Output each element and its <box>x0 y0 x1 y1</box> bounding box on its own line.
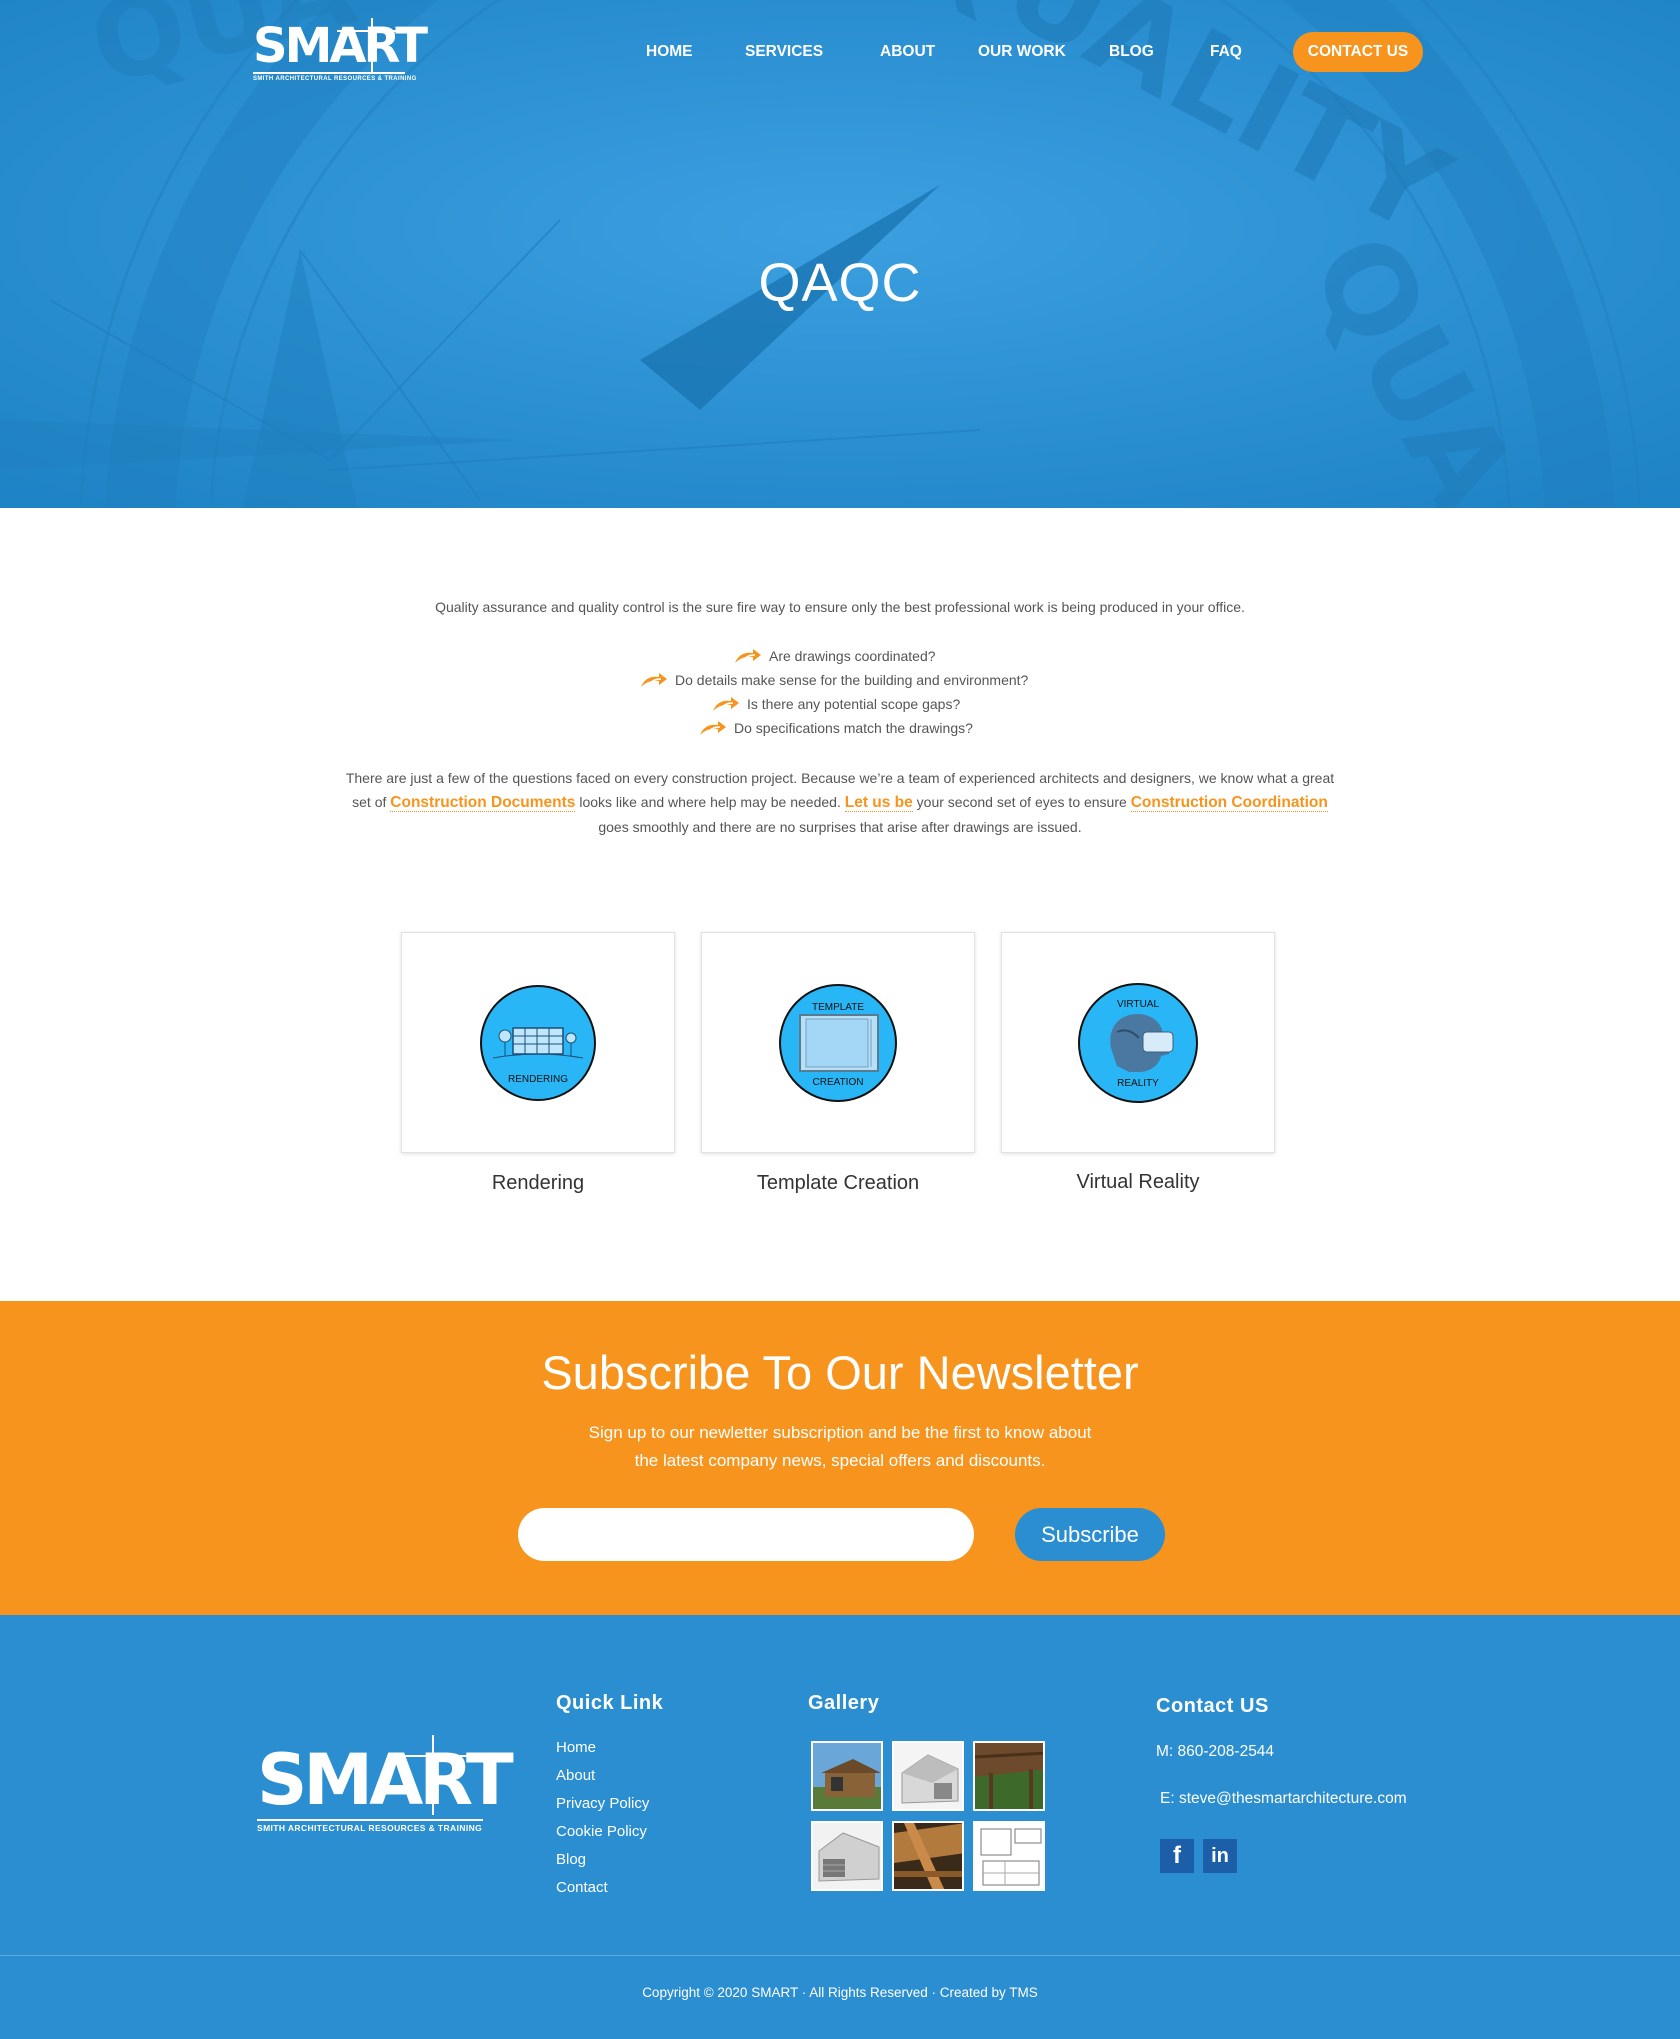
question-item: Are drawings coordinated? <box>733 646 936 666</box>
contact-email[interactable]: E: steve@thesmartarchitecture.com <box>1160 1790 1407 1808</box>
logo-crosshair-horizontal <box>387 1755 487 1757</box>
question-text: Do details make sense for the building a… <box>675 672 1029 688</box>
gallery-thumbnail[interactable] <box>811 1821 883 1891</box>
double-arrow-icon <box>713 697 739 711</box>
facebook-icon[interactable]: f <box>1160 1839 1194 1873</box>
footer-link-about[interactable]: About <box>556 1767 595 1784</box>
logo-underline <box>253 72 405 74</box>
contact-us-button[interactable]: CONTACT US <box>1293 32 1423 72</box>
nav-our-work[interactable]: OUR WORK <box>978 43 1066 61</box>
gallery-photo-shed-render <box>813 1823 881 1889</box>
template-icon-label-bottom: CREATION <box>813 1077 864 1088</box>
newsletter-title: Subscribe To Our Newsletter <box>541 1346 1139 1399</box>
service-card-virtual-reality[interactable]: VIRTUAL REALITY <box>1001 932 1275 1153</box>
paragraph-text: your second set of eyes to ensure <box>916 794 1127 810</box>
question-text: Is there any potential scope gaps? <box>747 696 961 712</box>
gallery-thumbnail[interactable] <box>973 1821 1045 1891</box>
double-arrow-icon <box>641 673 667 687</box>
template-icon-label-top: TEMPLATE <box>812 1002 864 1013</box>
nav-about[interactable]: ABOUT <box>880 43 935 61</box>
question-item: Is there any potential scope gaps? <box>711 694 960 714</box>
logo-crosshair-horizontal <box>337 30 407 32</box>
intro-text: Quality assurance and quality control is… <box>435 599 1245 615</box>
double-arrow-icon <box>700 721 726 735</box>
question-item: Do specifications match the drawings? <box>698 718 973 738</box>
subscribe-button[interactable]: Subscribe <box>1015 1508 1165 1561</box>
newsletter-section: Subscribe To Our Newsletter Sign up to o… <box>0 1301 1680 1615</box>
service-card-template-creation[interactable]: TEMPLATE CREATION <box>701 932 975 1153</box>
hero-banner: QUALITY QUA QUA SMART SMITH ARCHITECTURA… <box>0 0 1680 508</box>
paragraph-text: goes smoothly and there are no surprises… <box>598 819 1082 835</box>
newsletter-subtitle-line: the latest company news, special offers … <box>634 1451 1046 1470</box>
logo-underline <box>257 1819 483 1821</box>
gallery-heading: Gallery <box>808 1692 880 1714</box>
nav-home[interactable]: HOME <box>646 43 693 61</box>
gallery-photo-pavilion <box>813 1743 881 1809</box>
linkedin-icon[interactable]: in <box>1203 1839 1237 1873</box>
template-creation-icon: TEMPLATE CREATION <box>779 983 897 1102</box>
newsletter-email-input[interactable] <box>518 1508 974 1561</box>
logo-crosshair-vertical <box>371 18 373 72</box>
question-text: Do specifications match the drawings? <box>734 720 973 736</box>
contact-heading: Contact US <box>1156 1695 1269 1717</box>
quick-link-heading: Quick Link <box>556 1692 664 1714</box>
rendering-icon: RENDERING <box>480 984 596 1101</box>
page-title: QAQC <box>758 253 922 313</box>
newsletter-subtitle: Sign up to our newletter subscription an… <box>560 1419 1120 1475</box>
nav-blog[interactable]: BLOG <box>1109 43 1154 61</box>
footer-logo[interactable]: SMART SMITH ARCHITECTURAL RESOURCES & TR… <box>257 1735 514 1839</box>
construction-documents-link[interactable]: Construction Documents <box>390 794 576 812</box>
body-paragraph: There are just a few of the questions fa… <box>345 766 1335 839</box>
gallery-thumbnail[interactable] <box>811 1741 883 1811</box>
vr-icon-label-top: VIRTUAL <box>1117 999 1159 1010</box>
gallery-photo-timber-ceiling <box>975 1743 1043 1809</box>
paragraph-text: looks like and where help may be needed. <box>579 794 841 810</box>
newsletter-subtitle-line: Sign up to our newletter subscription an… <box>588 1423 1092 1442</box>
service-label-template-creation[interactable]: Template Creation <box>701 1172 975 1195</box>
logo-crosshair-vertical <box>432 1735 434 1815</box>
nav-services[interactable]: SERVICES <box>745 43 823 61</box>
logo-tagline: SMITH ARCHITECTURAL RESOURCES & TRAINING <box>253 76 417 82</box>
footer-link-privacy-policy[interactable]: Privacy Policy <box>556 1795 649 1812</box>
footer-link-cookie-policy[interactable]: Cookie Policy <box>556 1823 647 1840</box>
header-logo[interactable]: SMART SMITH ARCHITECTURAL RESOURCES & TR… <box>253 18 428 88</box>
rendering-icon-label: RENDERING <box>508 1074 568 1085</box>
service-label-virtual-reality[interactable]: Virtual Reality <box>1001 1171 1275 1194</box>
service-label-rendering[interactable]: Rendering <box>401 1172 675 1195</box>
gallery-thumbnail[interactable] <box>973 1741 1045 1811</box>
logo-tagline: SMITH ARCHITECTURAL RESOURCES & TRAINING <box>257 1823 483 1833</box>
contact-phone[interactable]: M: 860-208-2544 <box>1156 1743 1274 1761</box>
service-card-rendering[interactable]: RENDERING <box>401 932 675 1153</box>
gallery-thumbnail[interactable] <box>892 1821 964 1891</box>
gallery-photo-timber-frame <box>894 1823 962 1889</box>
nav-faq[interactable]: FAQ <box>1210 43 1242 61</box>
gallery-photo-garage-render <box>894 1743 962 1809</box>
footer-link-contact[interactable]: Contact <box>556 1879 608 1896</box>
virtual-reality-icon: VIRTUAL REALITY <box>1078 982 1198 1103</box>
construction-coordination-link[interactable]: Construction Coor­dination <box>1130 794 1328 812</box>
vr-icon-label-bottom: REALITY <box>1117 1078 1159 1089</box>
question-item: Do details make sense for the building a… <box>639 670 1028 690</box>
double-arrow-icon <box>735 649 761 663</box>
let-us-be-link[interactable]: Let us be <box>844 794 913 812</box>
gallery-photo-drawing-sheet <box>975 1823 1043 1889</box>
gallery-thumbnail[interactable] <box>892 1741 964 1811</box>
footer-link-blog[interactable]: Blog <box>556 1851 586 1868</box>
copyright-text: Copyright © 2020 SMART · All Rights Rese… <box>642 1985 1038 2000</box>
footer-divider <box>0 1955 1680 1956</box>
footer-link-home[interactable]: Home <box>556 1739 596 1756</box>
question-text: Are drawings coordinated? <box>769 648 936 664</box>
